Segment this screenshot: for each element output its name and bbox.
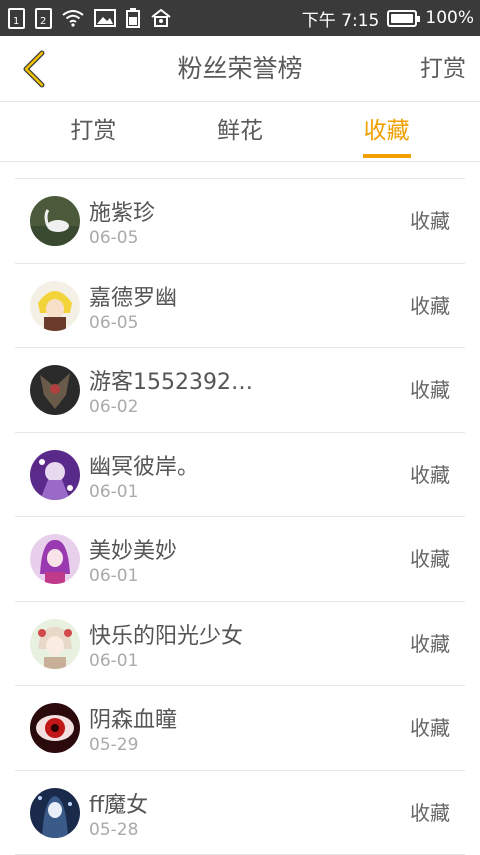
- list-item[interactable]: 美妙美妙 06-01 收藏: [15, 517, 465, 602]
- fan-name: 施紫珍: [89, 195, 155, 227]
- avatar: [30, 450, 80, 500]
- fan-action-type: 收藏: [410, 517, 450, 601]
- fan-date: 06-01: [89, 566, 138, 586]
- fan-date: 06-01: [89, 651, 138, 671]
- list-item[interactable]: 施紫珍 06-05 收藏: [15, 179, 465, 264]
- fan-date: 06-01: [89, 482, 138, 502]
- list-item[interactable]: 嘉德罗幽 06-05 收藏: [15, 264, 465, 349]
- title-bar: 粉丝荣誉榜 打赏: [0, 36, 480, 102]
- fan-action-type: 收藏: [410, 602, 450, 686]
- tab-active-indicator: [363, 154, 411, 158]
- battery-small-icon: [126, 8, 140, 28]
- list-item[interactable]: 快乐的阳光少女 06-01 收藏: [15, 602, 465, 687]
- battery-percent: 100%: [425, 8, 474, 28]
- avatar: [30, 281, 80, 331]
- list-item[interactable]: ff魔女 05-28 收藏: [15, 771, 465, 855]
- battery-icon: [387, 10, 417, 27]
- tab-bar: 打赏 鲜花 收藏: [0, 102, 480, 162]
- fan-name: 幽冥彼岸。: [89, 449, 199, 481]
- avatar: [30, 534, 80, 584]
- fan-action-type: 收藏: [410, 264, 450, 348]
- fan-name: 游客1552392…: [89, 364, 253, 396]
- list-item[interactable]: 游客1552392… 06-02 收藏: [15, 348, 465, 433]
- page-title: 粉丝荣誉榜: [0, 36, 480, 102]
- fan-name: 阴森血瞳: [89, 702, 177, 734]
- fan-action-type: 收藏: [410, 179, 450, 263]
- fan-action-type: 收藏: [410, 348, 450, 432]
- fan-date: 06-05: [89, 228, 138, 248]
- fan-action-type: 收藏: [410, 686, 450, 770]
- avatar: [30, 703, 80, 753]
- tab-favorites[interactable]: 收藏: [313, 102, 460, 161]
- tab-label: 打赏: [70, 118, 116, 144]
- avatar: [30, 365, 80, 415]
- list-item[interactable]: 阴森血瞳 05-29 收藏: [15, 686, 465, 771]
- avatar: [30, 196, 80, 246]
- sim1-icon: 1: [8, 8, 25, 29]
- tab-label: 收藏: [364, 118, 410, 144]
- tab-reward[interactable]: 打赏: [20, 102, 167, 161]
- fan-date: 06-05: [89, 313, 138, 333]
- status-icons-left: 1 2: [8, 8, 172, 29]
- status-time: 下午 7:15: [302, 6, 380, 31]
- avatar: [30, 788, 80, 838]
- fan-name: 嘉德罗幽: [89, 280, 177, 312]
- wifi-icon: [62, 9, 84, 27]
- list-item[interactable]: 幽冥彼岸。 06-01 收藏: [15, 433, 465, 518]
- fan-action-type: 收藏: [410, 771, 450, 855]
- status-bar: 1 2 下午 7:15 100%: [0, 0, 480, 36]
- fan-name: 快乐的阳光少女: [89, 618, 243, 650]
- home-icon: [150, 8, 172, 28]
- tab-label: 鲜花: [217, 118, 263, 144]
- status-icons-right: 下午 7:15 100%: [302, 6, 474, 31]
- reward-button[interactable]: 打赏: [420, 36, 466, 102]
- avatar: [30, 619, 80, 669]
- fan-name: ff魔女: [89, 787, 148, 819]
- fan-list: 施紫珍 06-05 收藏 嘉德罗幽 06-05 收藏 游客1552392… 06…: [15, 178, 465, 855]
- fan-action-type: 收藏: [410, 433, 450, 517]
- fan-date: 05-28: [89, 820, 138, 840]
- fan-date: 05-29: [89, 735, 138, 755]
- sim2-icon: 2: [35, 8, 52, 29]
- tab-flowers[interactable]: 鲜花: [167, 102, 314, 161]
- fan-name: 美妙美妙: [89, 533, 177, 565]
- image-icon: [94, 9, 116, 27]
- fan-date: 06-02: [89, 397, 138, 417]
